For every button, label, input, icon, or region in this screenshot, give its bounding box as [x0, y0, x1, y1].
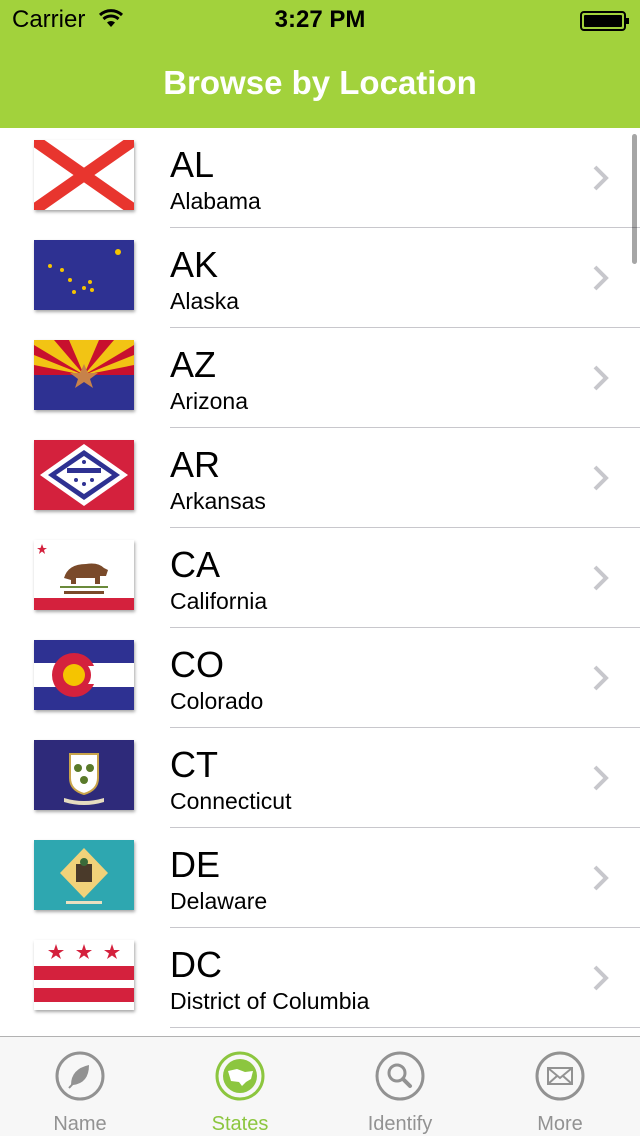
tab-more[interactable]: More	[480, 1037, 640, 1136]
state-abbreviation: AK	[170, 244, 219, 285]
state-abbreviation: CA	[170, 544, 221, 585]
row-separator	[170, 1027, 640, 1028]
state-name: Colorado	[170, 688, 264, 714]
list-item-az[interactable]: AZ Arizona	[0, 328, 640, 428]
list-item-ak[interactable]: AK Alaska	[0, 228, 640, 328]
arizona-flag	[34, 340, 134, 410]
chevron-right-icon	[593, 865, 609, 891]
state-abbreviation: DE	[170, 844, 221, 885]
state-abbreviation: AZ	[170, 344, 217, 385]
state-abbreviation: CO	[170, 644, 224, 685]
chevron-right-icon	[593, 365, 609, 391]
state-name: Delaware	[170, 888, 268, 914]
list-item-ct[interactable]: CT Connecticut	[0, 728, 640, 828]
alabama-flag	[34, 140, 134, 210]
tab-label: Name	[53, 1113, 107, 1135]
magnifier-icon	[375, 1051, 425, 1101]
navigation-bar: Browse by Location	[0, 40, 640, 128]
status-time: 3:27 PM	[274, 6, 366, 33]
tab-label: Identify	[367, 1113, 433, 1135]
states-list[interactable]: AL Alabama AK Alaska AZ Arizona AR Arkan…	[0, 128, 640, 1036]
tab-name[interactable]: Name	[0, 1037, 160, 1136]
list-item-de[interactable]: DE Delaware	[0, 828, 640, 928]
state-abbreviation: AL	[170, 144, 215, 185]
list-item-ar[interactable]: AR Arkansas	[0, 428, 640, 528]
chevron-right-icon	[593, 165, 609, 191]
battery-icon	[580, 11, 629, 31]
chevron-right-icon	[593, 465, 609, 491]
delaware-flag	[34, 840, 134, 910]
chevron-right-icon	[593, 565, 609, 591]
chevron-right-icon	[593, 965, 609, 991]
california-flag	[34, 540, 134, 610]
envelope-icon	[535, 1051, 585, 1101]
list-item-dc[interactable]: DC District of Columbia	[0, 928, 640, 1028]
page-title: Browse by Location	[163, 64, 477, 101]
state-abbreviation: AR	[170, 444, 221, 485]
state-name: Arizona	[170, 388, 248, 414]
chevron-right-icon	[593, 665, 609, 691]
chevron-right-icon	[593, 765, 609, 791]
scrollbar[interactable]	[632, 134, 637, 264]
colorado-flag	[34, 640, 134, 710]
tab-label: More	[537, 1113, 583, 1135]
tab-identify[interactable]: Identify	[320, 1037, 480, 1136]
state-abbreviation: CT	[170, 744, 218, 785]
district-of-columbia-flag	[34, 940, 134, 1010]
status-bar: Carrier 3:27 PM	[0, 0, 640, 40]
map-icon	[215, 1051, 265, 1101]
chevron-right-icon	[593, 265, 609, 291]
state-name: California	[170, 588, 268, 614]
arkansas-flag	[34, 440, 134, 510]
state-name: Arkansas	[170, 488, 266, 514]
alaska-flag	[34, 240, 134, 310]
tab-states[interactable]: States	[160, 1037, 320, 1136]
leaf-icon	[55, 1051, 105, 1101]
list-item-al[interactable]: AL Alabama	[0, 128, 640, 228]
list-item-ca[interactable]: CA California	[0, 528, 640, 628]
connecticut-flag	[34, 740, 134, 810]
state-name: Alabama	[170, 188, 261, 214]
state-name: District of Columbia	[170, 988, 370, 1014]
state-abbreviation: DC	[170, 944, 222, 985]
tab-bar: Name States Identify More	[0, 1036, 640, 1136]
list-item-co[interactable]: CO Colorado	[0, 628, 640, 728]
state-name: Alaska	[170, 288, 240, 314]
state-name: Connecticut	[170, 788, 292, 814]
tab-label: States	[211, 1113, 269, 1135]
